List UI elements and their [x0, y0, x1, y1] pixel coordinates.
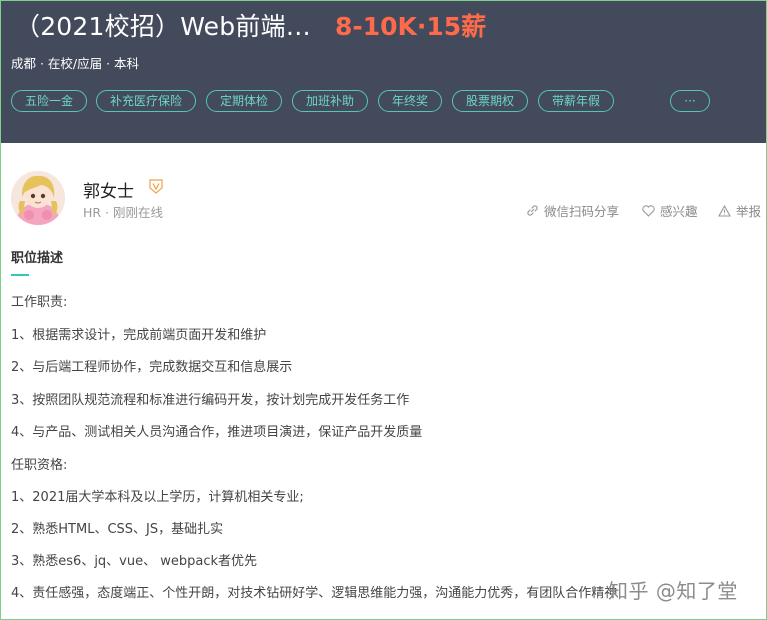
- description-line: 4、责任感强，态度端正、个性开朗，对技术钻研好学、逻辑思维能力强，沟通能力优秀，…: [11, 586, 618, 601]
- heart-icon: [642, 204, 655, 217]
- description-line: 3、熟悉es6、jq、vue、 webpack者优先: [11, 554, 258, 569]
- salary: 8-10K·15薪: [334, 12, 487, 41]
- benefit-tag: 补充医疗保险: [96, 90, 196, 112]
- recruiter-name: 郭女士: [83, 182, 134, 202]
- description-line: 3、按照团队规范流程和标准进行编码开发，按计划完成开发任务工作: [11, 393, 410, 408]
- section-underline: [11, 274, 29, 276]
- description-line: 工作职责:: [11, 295, 68, 310]
- description-line: 2、熟悉HTML、CSS、JS，基础扎实: [11, 522, 224, 537]
- link-icon: [527, 205, 538, 216]
- description-line: 4、与产品、测试相关人员沟通合作，推进项目演进，保证产品开发质量: [11, 425, 423, 440]
- benefit-tag: 股票期权: [452, 90, 528, 112]
- more-tags-button[interactable]: ···: [670, 90, 710, 112]
- title-row: （2021校招）Web前端… 8-10K·15薪: [15, 7, 486, 43]
- watermark: 知乎 @知了堂: [608, 579, 738, 603]
- description-line: 2、与后端工程师协作，完成数据交互和信息展示: [11, 360, 293, 375]
- share-label: 微信扫码分享: [544, 204, 620, 219]
- job-header: （2021校招）Web前端… 8-10K·15薪 成都 · 在校/应届 · 本科…: [1, 1, 766, 143]
- verified-icon: [149, 179, 163, 194]
- job-meta: 成都 · 在校/应届 · 本科: [11, 56, 140, 71]
- benefit-tag: 带薪年假: [538, 90, 614, 112]
- avatar: [11, 171, 65, 225]
- avatar-illustration-icon: [11, 171, 65, 225]
- benefit-tag: 定期体检: [206, 90, 282, 112]
- section-title: 职位描述: [11, 251, 64, 266]
- benefit-tag: 五险一金: [11, 90, 87, 112]
- recruiter-status: HR · 刚刚在线: [83, 205, 164, 220]
- warning-icon: [718, 204, 731, 217]
- interest-button[interactable]: 感兴趣: [642, 201, 698, 220]
- job-title: （2021校招）Web前端…: [15, 12, 311, 41]
- job-detail-page: （2021校招）Web前端… 8-10K·15薪 成都 · 在校/应届 · 本科…: [0, 0, 767, 620]
- description-line: 1、根据需求设计，完成前端页面开发和维护: [11, 328, 267, 343]
- description-line: 1、2021届大学本科及以上学历，计算机相关专业;: [11, 490, 304, 505]
- interest-label: 感兴趣: [660, 204, 698, 219]
- benefit-tag: 加班补助: [292, 90, 368, 112]
- description-line: 任职资格:: [11, 458, 68, 473]
- report-label: 举报: [736, 204, 762, 219]
- benefit-tag: 年终奖: [378, 90, 442, 112]
- report-button[interactable]: 举报: [718, 201, 761, 220]
- share-button[interactable]: 微信扫码分享: [526, 201, 619, 220]
